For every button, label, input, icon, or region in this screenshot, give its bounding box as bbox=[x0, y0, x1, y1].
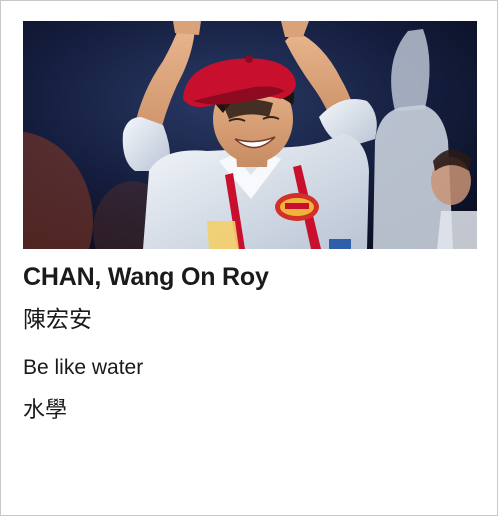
profile-card[interactable]: CHAN, Wang On Roy 陳宏安 Be like water 水學 bbox=[0, 0, 498, 516]
name-english: CHAN, Wang On Roy bbox=[23, 263, 269, 291]
motto-english: Be like water bbox=[23, 356, 144, 379]
performer-photo-illustration bbox=[23, 21, 477, 249]
motto-chinese: 水學 bbox=[23, 397, 68, 422]
name-chinese: 陳宏安 bbox=[23, 306, 92, 332]
profile-photo bbox=[23, 21, 477, 249]
